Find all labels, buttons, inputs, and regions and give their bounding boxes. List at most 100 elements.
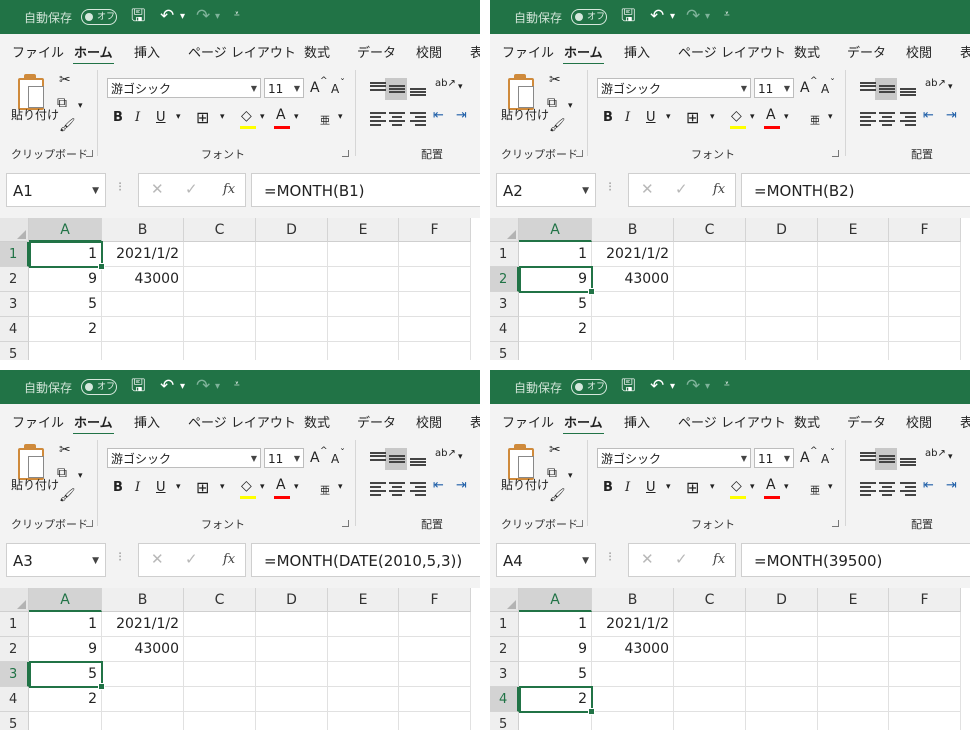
undo-dropdown-icon[interactable]: ▾: [670, 11, 675, 22]
cell-E1[interactable]: [328, 242, 399, 267]
name-box[interactable]: A3 ▼: [6, 543, 106, 577]
phonetic-dropdown-icon[interactable]: ▾: [828, 482, 833, 492]
column-header-F[interactable]: F: [889, 588, 961, 612]
underline-dropdown-icon[interactable]: ▾: [666, 482, 671, 492]
orientation-icon[interactable]: ab↗: [435, 448, 456, 459]
underline-button[interactable]: U: [156, 480, 166, 495]
cell-E3[interactable]: [328, 662, 399, 687]
fill-dropdown-icon[interactable]: ▾: [260, 482, 265, 492]
column-header-B[interactable]: B: [102, 218, 184, 242]
format-painter-icon[interactable]: 🖌: [59, 118, 76, 134]
paste-icon[interactable]: [14, 444, 44, 480]
tab-1[interactable]: ファイル: [502, 42, 554, 61]
select-all-button[interactable]: [0, 588, 29, 612]
worksheet-grid[interactable]: A B C D E F 1 1 2021/1/2 2 9 43000 3 5 4 2 5: [490, 588, 970, 730]
cell-C1[interactable]: [184, 242, 256, 267]
copy-dropdown-icon[interactable]: ▾: [78, 98, 83, 114]
paste-icon[interactable]: [14, 74, 44, 110]
clipboard-launcher-icon[interactable]: [576, 520, 583, 527]
row-header-2[interactable]: 2: [0, 267, 29, 292]
cell-F3[interactable]: [889, 662, 961, 687]
cell-A2[interactable]: 9: [29, 267, 102, 292]
underline-dropdown-icon[interactable]: ▾: [666, 112, 671, 122]
align-bottom-icon[interactable]: [900, 452, 916, 466]
fill-dropdown-icon[interactable]: ▾: [750, 112, 755, 122]
borders-icon[interactable]: ⊞: [686, 108, 699, 127]
cell-A3[interactable]: 5: [519, 292, 592, 317]
customize-toolbar-icon[interactable]: ⩡: [724, 9, 730, 20]
tab-5[interactable]: 数式: [304, 412, 330, 431]
cell-D5[interactable]: [746, 342, 818, 360]
chevron-down-icon[interactable]: ▼: [92, 544, 99, 578]
tab-2[interactable]: ホーム: [563, 42, 604, 66]
cell-A3[interactable]: 5: [519, 662, 592, 687]
orientation-dropdown-icon[interactable]: ▾: [458, 452, 463, 462]
align-center-icon[interactable]: [879, 112, 895, 126]
grow-font-icon[interactable]: A: [310, 80, 320, 96]
cell-C2[interactable]: [184, 637, 256, 662]
cell-B3[interactable]: [592, 292, 674, 317]
cut-icon[interactable]: ✂: [549, 442, 561, 458]
cell-C4[interactable]: [674, 687, 746, 712]
cell-F1[interactable]: [399, 612, 471, 637]
insert-function-icon[interactable]: fx: [223, 182, 235, 197]
font-launcher-icon[interactable]: [342, 520, 349, 527]
font-color-dropdown-icon[interactable]: ▾: [784, 112, 789, 122]
cell-D2[interactable]: [256, 267, 328, 292]
cell-E5[interactable]: [328, 712, 399, 730]
tab-7[interactable]: 校閲: [416, 42, 442, 61]
cell-B5[interactable]: [102, 712, 184, 730]
fill-color-icon[interactable]: ◇: [241, 478, 252, 494]
formula-input[interactable]: =MONTH(39500): [741, 543, 970, 577]
align-middle-icon[interactable]: [389, 452, 405, 466]
font-color-icon[interactable]: A: [766, 107, 776, 123]
cell-E3[interactable]: [328, 292, 399, 317]
borders-icon[interactable]: ⊞: [686, 478, 699, 497]
cell-C3[interactable]: [674, 292, 746, 317]
column-header-E[interactable]: E: [818, 588, 889, 612]
tab-1[interactable]: ファイル: [12, 42, 64, 61]
copy-icon[interactable]: ⧉: [57, 465, 67, 481]
tab-7[interactable]: 校閲: [416, 412, 442, 431]
cell-D1[interactable]: [256, 242, 328, 267]
align-top-icon[interactable]: [370, 452, 386, 466]
cell-D1[interactable]: [256, 612, 328, 637]
copy-dropdown-icon[interactable]: ▾: [568, 468, 573, 484]
column-header-B[interactable]: B: [102, 588, 184, 612]
save-icon[interactable]: 🖫: [621, 376, 635, 396]
tab-1[interactable]: ファイル: [12, 412, 64, 431]
fill-dropdown-icon[interactable]: ▾: [260, 112, 265, 122]
cell-C3[interactable]: [184, 662, 256, 687]
cell-E4[interactable]: [818, 687, 889, 712]
tab-8[interactable]: 表: [960, 42, 970, 61]
format-painter-icon[interactable]: 🖌: [549, 488, 566, 504]
cell-B1[interactable]: 2021/1/2: [102, 242, 184, 267]
cell-A1[interactable]: 1: [519, 612, 592, 637]
chevron-down-icon[interactable]: ▼: [741, 449, 747, 469]
chevron-down-icon[interactable]: ▼: [582, 544, 589, 578]
italic-button[interactable]: I: [135, 110, 140, 125]
cell-C2[interactable]: [674, 637, 746, 662]
orientation-dropdown-icon[interactable]: ▾: [948, 82, 953, 92]
cell-D3[interactable]: [256, 662, 328, 687]
autosave-toggle[interactable]: オフ: [571, 379, 607, 395]
borders-icon[interactable]: ⊞: [196, 108, 209, 127]
tab-7[interactable]: 校閲: [906, 412, 932, 431]
clipboard-launcher-icon[interactable]: [576, 150, 583, 157]
chevron-down-icon[interactable]: ▼: [92, 174, 99, 208]
select-all-button[interactable]: [490, 218, 519, 242]
row-header-2[interactable]: 2: [490, 637, 519, 662]
cell-A2[interactable]: 9: [519, 637, 592, 662]
cell-B5[interactable]: [592, 342, 674, 360]
undo-icon[interactable]: ↶: [650, 376, 664, 396]
cell-A3[interactable]: 5: [29, 662, 102, 687]
cell-B4[interactable]: [592, 317, 674, 342]
cell-D4[interactable]: [256, 687, 328, 712]
cell-E2[interactable]: [328, 267, 399, 292]
tab-4[interactable]: ページ レイアウト: [678, 42, 786, 61]
cell-A1[interactable]: 1: [519, 242, 592, 267]
row-header-3[interactable]: 3: [0, 292, 29, 317]
cell-A4[interactable]: 2: [519, 317, 592, 342]
column-header-C[interactable]: C: [674, 588, 746, 612]
cell-C2[interactable]: [184, 267, 256, 292]
